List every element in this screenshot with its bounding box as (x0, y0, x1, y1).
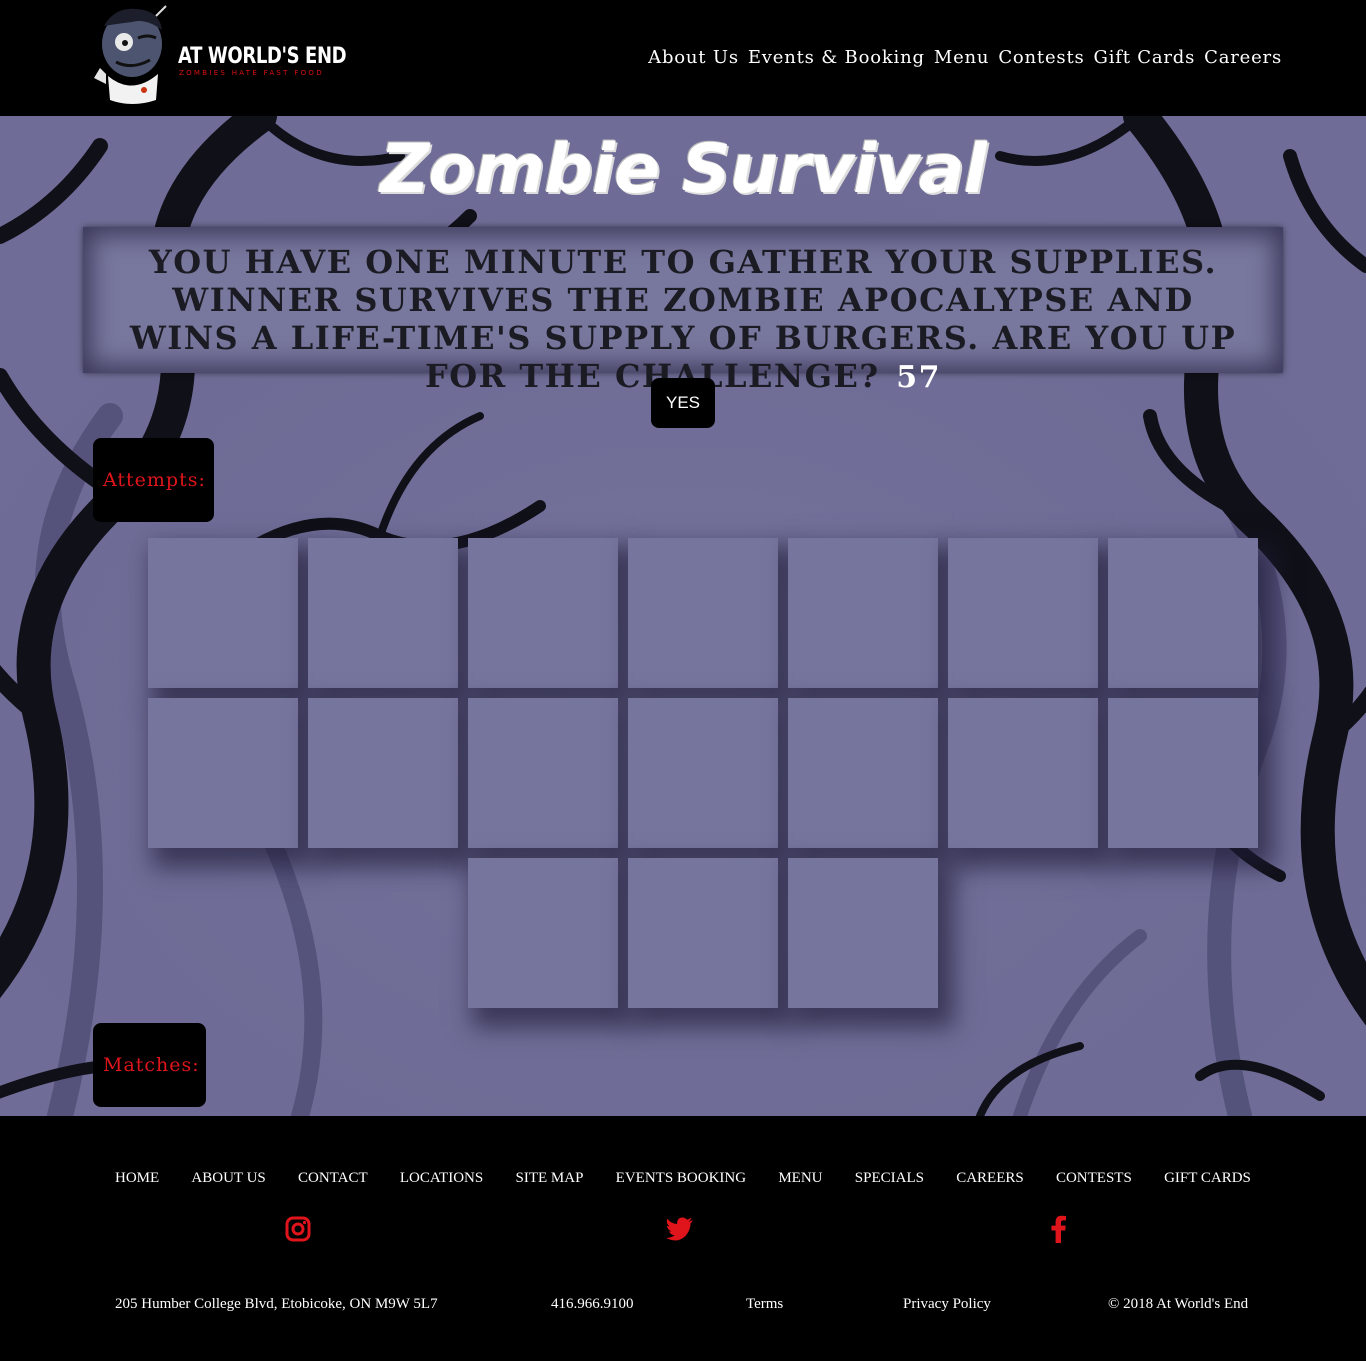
brand-tagline: ZOMBIES HATE FAST FOOD (179, 69, 324, 77)
footer-privacy-link[interactable]: Privacy Policy (903, 1296, 991, 1313)
memory-card[interactable] (788, 538, 938, 688)
memory-card[interactable] (468, 858, 618, 1008)
memory-card[interactable] (1108, 698, 1258, 848)
memory-card[interactable] (148, 698, 298, 848)
footer-link-home[interactable]: HOME (115, 1170, 159, 1187)
brand-name: AT WORLD'S END (178, 44, 347, 69)
game-title: Zombie Survival (380, 130, 987, 209)
site-logo[interactable]: AT WORLD'S END ZOMBIES HATE FAST FOOD (86, 4, 347, 108)
memory-card[interactable] (308, 538, 458, 688)
game-stage: Zombie Survival YOU HAVE ONE MINUTE TO G… (0, 116, 1366, 1116)
footer-link-site-map[interactable]: SITE MAP (515, 1170, 583, 1187)
site-footer: HOME ABOUT US CONTACT LOCATIONS SITE MAP… (0, 1116, 1366, 1361)
nav-events-booking[interactable]: Events & Booking (748, 47, 925, 68)
memory-card[interactable] (948, 538, 1098, 688)
countdown-timer: 57 (896, 360, 941, 395)
main-nav: About Us Events & Booking Menu Contests … (648, 47, 1282, 68)
memory-card[interactable] (468, 698, 618, 848)
memory-card[interactable] (628, 698, 778, 848)
memory-card[interactable] (788, 698, 938, 848)
footer-link-contests[interactable]: CONTESTS (1056, 1170, 1132, 1187)
memory-card[interactable] (788, 858, 938, 1008)
memory-card[interactable] (628, 538, 778, 688)
footer-link-about-us[interactable]: ABOUT US (191, 1170, 265, 1187)
memory-card[interactable] (308, 698, 458, 848)
matches-label: Matches: (103, 1054, 200, 1076)
footer-link-menu[interactable]: MENU (778, 1170, 822, 1187)
nav-about-us[interactable]: About Us (648, 47, 739, 68)
twitter-icon[interactable] (665, 1214, 695, 1244)
facebook-icon[interactable] (1043, 1214, 1073, 1244)
memory-card[interactable] (948, 698, 1098, 848)
nav-menu[interactable]: Menu (934, 47, 989, 68)
footer-link-contact[interactable]: CONTACT (298, 1170, 368, 1187)
footer-phone[interactable]: 416.966.9100 (551, 1296, 634, 1313)
footer-link-specials[interactable]: SPECIALS (855, 1170, 924, 1187)
yes-button[interactable]: YES (651, 378, 715, 428)
footer-link-careers[interactable]: CAREERS (956, 1170, 1024, 1187)
footer-link-gift-cards[interactable]: GIFT CARDS (1164, 1170, 1251, 1187)
footer-link-locations[interactable]: LOCATIONS (400, 1170, 483, 1187)
footer-nav: HOME ABOUT US CONTACT LOCATIONS SITE MAP… (115, 1170, 1251, 1187)
footer-copyright: © 2018 At World's End (1108, 1296, 1249, 1312)
game-intro-panel: YOU HAVE ONE MINUTE TO GATHER YOUR SUPPL… (83, 227, 1283, 395)
zombie-mascot-icon (94, 5, 167, 104)
attempts-counter: Attempts: (93, 438, 214, 522)
footer-terms-link[interactable]: Terms (746, 1296, 783, 1313)
footer-address: 205 Humber College Blvd, Etobicoke, ON M… (115, 1296, 438, 1312)
game-intro-text: YOU HAVE ONE MINUTE TO GATHER YOUR SUPPL… (129, 243, 1237, 395)
instagram-icon[interactable] (283, 1214, 313, 1244)
memory-card[interactable] (148, 538, 298, 688)
site-header: AT WORLD'S END ZOMBIES HATE FAST FOOD Ab… (0, 0, 1366, 116)
footer-link-events-booking[interactable]: EVENTS BOOKING (616, 1170, 746, 1187)
memory-card[interactable] (628, 858, 778, 1008)
nav-gift-cards[interactable]: Gift Cards (1094, 47, 1196, 68)
attempts-label: Attempts: (103, 469, 206, 491)
nav-careers[interactable]: Careers (1204, 47, 1282, 68)
memory-card[interactable] (468, 538, 618, 688)
nav-contests[interactable]: Contests (998, 47, 1084, 68)
memory-card[interactable] (1108, 538, 1258, 688)
matches-counter: Matches: (93, 1023, 206, 1107)
